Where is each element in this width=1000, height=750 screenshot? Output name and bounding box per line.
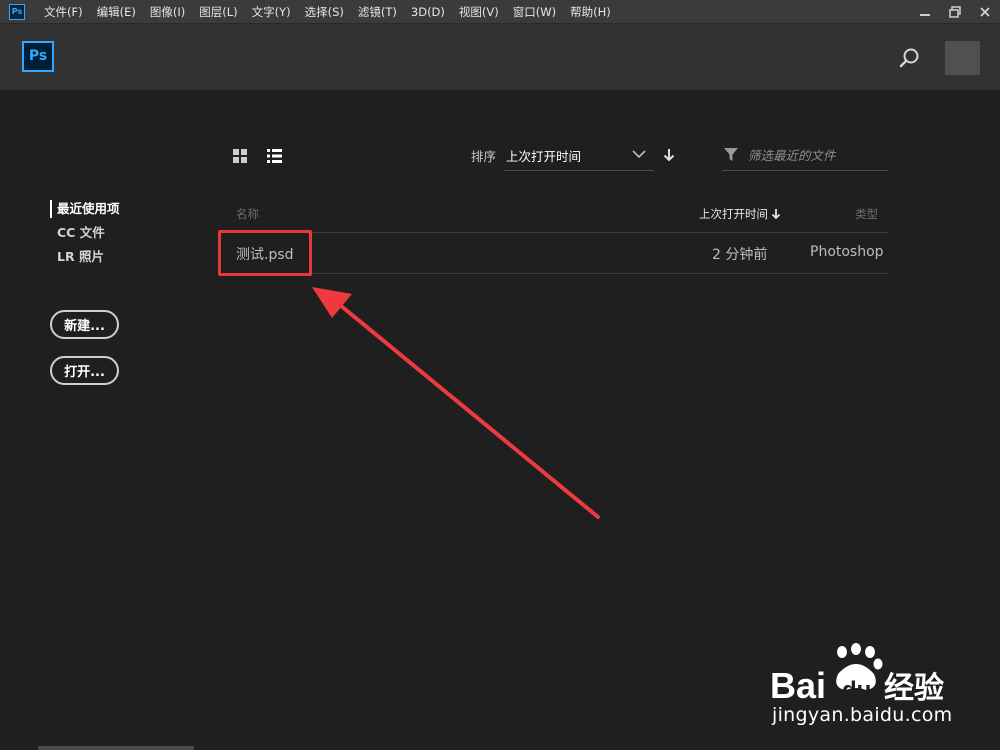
watermark-suffix: 经验: [884, 671, 944, 704]
annotation-arrow: [312, 287, 600, 519]
watermark-brand-end: du: [842, 677, 871, 704]
watermark-url: jingyan.baidu.com: [772, 704, 953, 726]
baidu-paw-logo: Bai du 经验: [770, 643, 944, 704]
watermark-brand: Bai: [770, 665, 826, 704]
horizontal-scrollbar[interactable]: [38, 746, 194, 750]
